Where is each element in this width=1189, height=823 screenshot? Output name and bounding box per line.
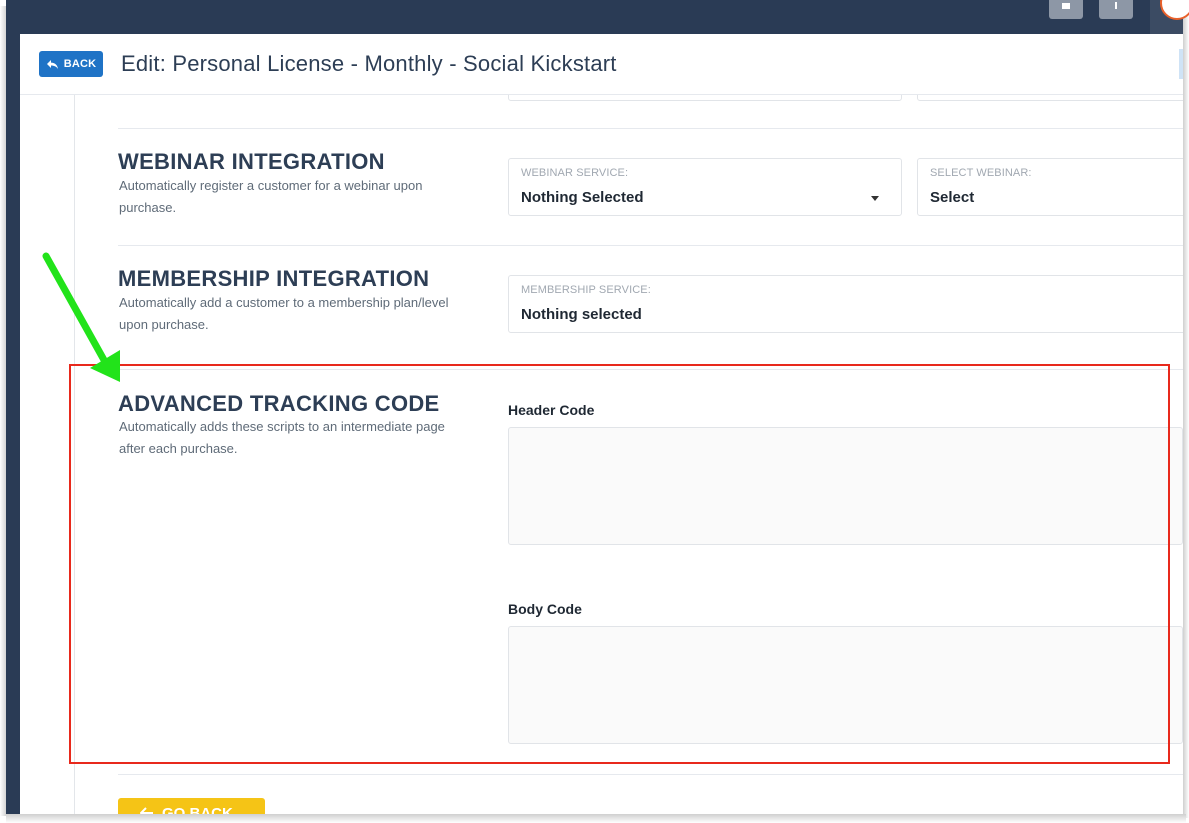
green-arrow-icon	[42, 252, 120, 382]
header-code-label: Header Code	[508, 402, 595, 418]
app-left-bar	[6, 34, 20, 814]
webinar-service-label: WEBINAR SERVICE:	[521, 167, 629, 179]
membership-service-value: Nothing selected	[521, 306, 642, 323]
select-webinar-value: Select	[930, 189, 975, 206]
membership-service-label: MEMBERSHIP SERVICE:	[521, 284, 651, 296]
body-code-label: Body Code	[508, 601, 582, 617]
membership-section-title: MEMBERSHIP INTEGRATION	[118, 266, 430, 291]
window-shadow-right	[1183, 6, 1189, 818]
content-left-rule	[74, 94, 75, 814]
select-webinar-select[interactable]: SELECT WEBINAR: Select	[917, 158, 1183, 216]
section-divider	[118, 774, 1183, 775]
lock-icon[interactable]	[1049, 0, 1083, 19]
avatar[interactable]	[1160, 0, 1189, 20]
webinar-service-select[interactable]: WEBINAR SERVICE: Nothing Selected	[508, 158, 902, 216]
back-button-label: BACK	[63, 58, 97, 70]
go-back-button[interactable]: GO BACK	[118, 798, 265, 814]
page-title: Edit: Personal License - Monthly - Socia…	[121, 51, 617, 76]
membership-section-description: Automatically add a customer to a member…	[119, 295, 449, 332]
tracking-section-description: Automatically adds these scripts to an i…	[119, 419, 445, 456]
arrow-left-icon	[140, 807, 153, 814]
section-divider	[118, 128, 1183, 129]
back-button[interactable]: BACK	[39, 51, 103, 77]
chevron-down-icon	[871, 196, 879, 201]
window-shadow-bottom	[6, 814, 1186, 823]
help-icon[interactable]	[1099, 0, 1133, 19]
tracking-section-title: ADVANCED TRACKING CODE	[118, 391, 440, 416]
webinar-service-value: Nothing Selected	[521, 189, 644, 206]
user-avatar-area[interactable]	[1150, 0, 1189, 34]
header-code-textarea[interactable]	[508, 427, 1183, 545]
header-right-edge	[1179, 49, 1183, 79]
app-top-bar	[6, 0, 1183, 34]
webinar-section-description: Automatically register a customer for a …	[119, 178, 423, 215]
body-code-textarea[interactable]	[508, 626, 1183, 744]
reply-arrow-icon	[46, 59, 58, 69]
membership-service-select[interactable]: MEMBERSHIP SERVICE: Nothing selected	[508, 275, 1183, 333]
section-divider	[118, 369, 1183, 370]
go-back-label: GO BACK	[162, 804, 233, 815]
select-webinar-label: SELECT WEBINAR:	[930, 167, 1032, 179]
modal-header: BACK Edit: Personal License - Monthly - …	[20, 34, 1183, 95]
section-divider	[118, 245, 1183, 246]
webinar-section-title: WEBINAR INTEGRATION	[118, 149, 385, 174]
edit-product-modal: BACK Edit: Personal License - Monthly - …	[20, 34, 1183, 814]
